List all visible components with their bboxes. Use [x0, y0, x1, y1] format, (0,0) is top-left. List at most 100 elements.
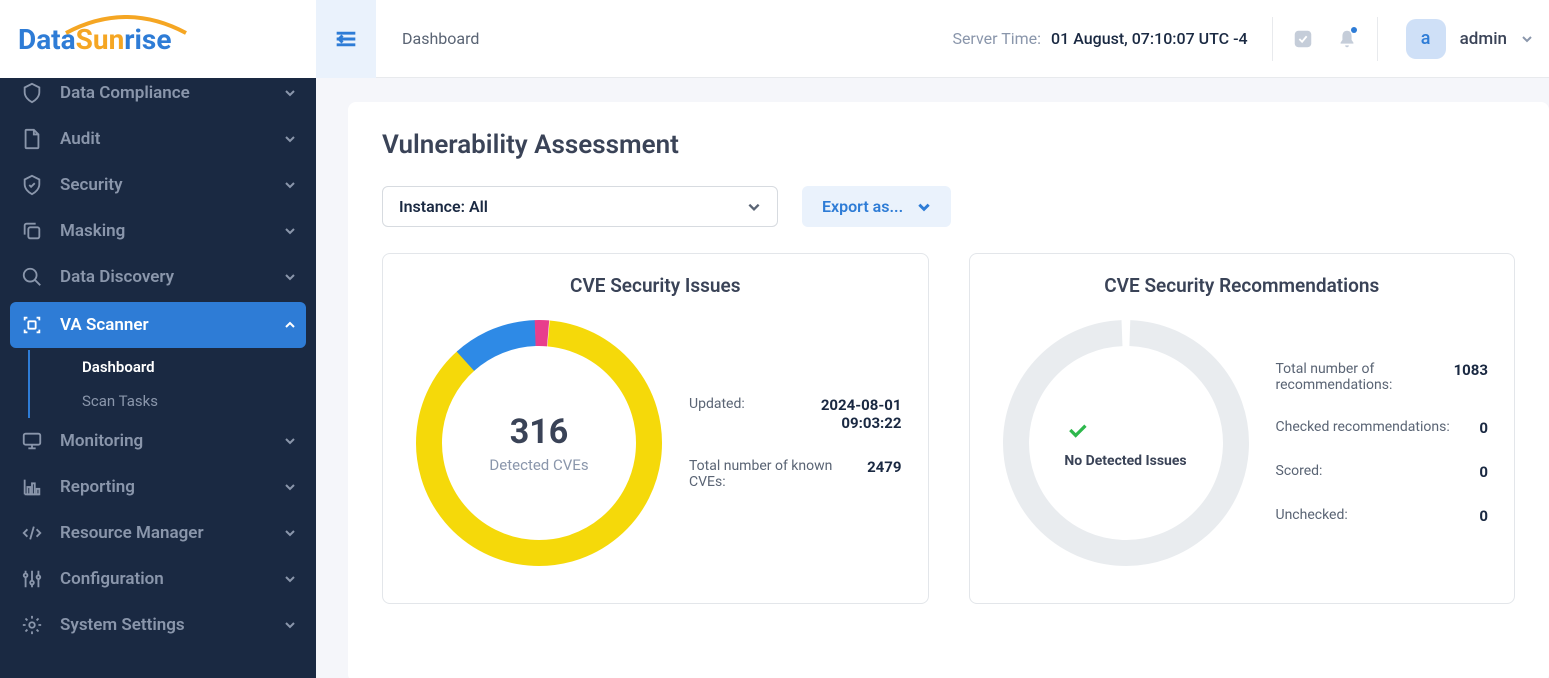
- stat-value: 2479: [867, 458, 901, 476]
- breadcrumb: Dashboard: [402, 29, 952, 48]
- stat-label: Checked recommendations:: [1276, 419, 1450, 435]
- rec-no-issues: No Detected Issues: [1064, 453, 1186, 469]
- server-time-value: 01 August, 07:10:07 UTC -4: [1051, 29, 1248, 48]
- page-title: Vulnerability Assessment: [382, 130, 1515, 160]
- sliders-icon: [20, 567, 44, 591]
- cards-row: CVE Security Issues: [382, 253, 1515, 604]
- shield-icon: [20, 173, 44, 197]
- avatar: a: [1406, 19, 1446, 59]
- sidebar-item-vascanner[interactable]: VA Scanner: [10, 302, 306, 348]
- chevron-down-icon: [284, 179, 296, 191]
- cve-donut-chart: 316 Detected CVEs: [409, 313, 669, 573]
- stat-label: Updated:: [689, 396, 745, 412]
- nav-label: Data Discovery: [60, 267, 284, 287]
- nav: Data Compliance Audit Security Masking D…: [0, 78, 316, 648]
- chevron-down-icon: [284, 271, 296, 283]
- stat-row: Unchecked: 0: [1276, 507, 1489, 525]
- chevron-down-icon: [284, 435, 296, 447]
- rec-stats: Total number of recommendations: 1083 Ch…: [1276, 361, 1489, 525]
- chevron-down-icon: [917, 200, 931, 214]
- copy-icon: [20, 219, 44, 243]
- stat-value: 2024-08-01 09:03:22: [802, 396, 902, 432]
- sidebar-item-configuration[interactable]: Configuration: [0, 556, 316, 602]
- chevron-up-icon: [284, 319, 296, 331]
- stat-value: 0: [1479, 507, 1488, 525]
- sidebar-subitem-scantasks[interactable]: Scan Tasks: [70, 384, 316, 418]
- sidebar-item-systemsettings[interactable]: System Settings: [0, 602, 316, 648]
- export-button[interactable]: Export as...: [802, 186, 951, 227]
- separator: [1377, 17, 1378, 61]
- sidebar-item-resourcemgr[interactable]: Resource Manager: [0, 510, 316, 556]
- content: Vulnerability Assessment Instance: All E…: [316, 78, 1549, 678]
- collapse-sidebar-button[interactable]: [316, 0, 376, 78]
- va-sub-menu: Dashboard Scan Tasks: [28, 350, 316, 418]
- sidebar-item-security[interactable]: Security: [0, 162, 316, 208]
- nav-label: Data Compliance: [60, 83, 284, 103]
- nav-label: Security: [60, 175, 284, 195]
- page-panel: Vulnerability Assessment Instance: All E…: [348, 102, 1549, 678]
- tasks-icon[interactable]: [1281, 17, 1325, 61]
- chevron-down-icon: [284, 481, 296, 493]
- chevron-down-icon: [284, 87, 296, 99]
- stat-row: Checked recommendations: 0: [1276, 419, 1489, 437]
- chevron-down-icon: [284, 527, 296, 539]
- stat-label: Total number of known CVEs:: [689, 458, 851, 490]
- check-icon: [1064, 417, 1186, 443]
- chevron-down-icon: [284, 225, 296, 237]
- nav-label: VA Scanner: [60, 315, 284, 335]
- sidebar-item-monitoring[interactable]: Monitoring: [0, 418, 316, 464]
- sidebar-subitem-dashboard[interactable]: Dashboard: [70, 350, 316, 384]
- stat-value: 1083: [1454, 361, 1488, 379]
- sidebar: DataSunrise Data Compliance Audit Securi…: [0, 0, 316, 678]
- file-icon: [20, 127, 44, 151]
- stat-value: 0: [1479, 463, 1488, 481]
- sidebar-item-masking[interactable]: Masking: [0, 208, 316, 254]
- nav-label: Audit: [60, 129, 284, 149]
- cve-count-label: Detected CVEs: [489, 456, 588, 474]
- toolbar: Instance: All Export as...: [382, 186, 1515, 227]
- bell-icon[interactable]: [1325, 17, 1369, 61]
- nav-label: Configuration: [60, 569, 284, 589]
- topbar: Dashboard Server Time: 01 August, 07:10:…: [316, 0, 1549, 78]
- chevron-down-icon: [1521, 33, 1533, 45]
- cve-count: 316: [489, 412, 588, 452]
- stat-row: Scored: 0: [1276, 463, 1489, 481]
- chevron-down-icon: [284, 573, 296, 585]
- sidebar-item-audit[interactable]: Audit: [0, 116, 316, 162]
- nav-label: Reporting: [60, 477, 284, 497]
- chevron-down-icon: [284, 619, 296, 631]
- chart-icon: [20, 475, 44, 499]
- stat-value: 0: [1479, 419, 1488, 437]
- username: admin: [1460, 29, 1507, 49]
- notification-dot: [1351, 27, 1357, 33]
- sidebar-item-compliance[interactable]: Data Compliance: [0, 78, 316, 116]
- cve-stats: Updated: 2024-08-01 09:03:22 Total numbe…: [689, 396, 902, 490]
- scan-icon: [20, 313, 44, 337]
- instance-select-label: Instance: All: [399, 197, 488, 216]
- stat-label: Total number of recommendations:: [1276, 361, 1438, 393]
- sidebar-item-reporting[interactable]: Reporting: [0, 464, 316, 510]
- server-time: Server Time: 01 August, 07:10:07 UTC -4: [952, 29, 1247, 48]
- instance-select[interactable]: Instance: All: [382, 186, 778, 227]
- code-icon: [20, 521, 44, 545]
- chevron-down-icon: [747, 200, 761, 214]
- export-label: Export as...: [822, 197, 903, 216]
- main: Dashboard Server Time: 01 August, 07:10:…: [316, 0, 1549, 678]
- separator: [1272, 17, 1273, 61]
- user-menu[interactable]: a admin: [1406, 19, 1533, 59]
- nav-label: Masking: [60, 221, 284, 241]
- card-cve-recommendations: CVE Security Recommendations No Detected…: [969, 253, 1516, 604]
- stat-row: Total number of known CVEs: 2479: [689, 458, 902, 490]
- server-time-label: Server Time:: [952, 29, 1041, 48]
- search-icon: [20, 265, 44, 289]
- monitor-icon: [20, 429, 44, 453]
- card-title: CVE Security Recommendations: [1092, 274, 1392, 297]
- stat-label: Unchecked:: [1276, 507, 1348, 523]
- logo[interactable]: DataSunrise: [0, 0, 316, 78]
- shield-check-icon: [20, 81, 44, 105]
- stat-row: Total number of recommendations: 1083: [1276, 361, 1489, 393]
- sidebar-item-discovery[interactable]: Data Discovery: [0, 254, 316, 300]
- card-cve-issues: CVE Security Issues: [382, 253, 929, 604]
- nav-label: System Settings: [60, 615, 284, 635]
- chevron-down-icon: [284, 133, 296, 145]
